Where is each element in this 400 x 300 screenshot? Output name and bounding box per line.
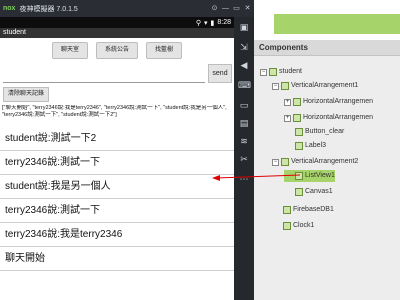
tree-item-clock1[interactable]: Clock1 — [272, 220, 314, 232]
announcement-button[interactable]: 系統公告 — [95, 42, 138, 59]
screenshot-icon[interactable]: ▣ — [238, 21, 250, 33]
find-button[interactable]: 找藍樹 — [146, 42, 183, 59]
emulator-sidebar: ▣ ⇲ ◀ ⌨ ▭ ▤ ≋ ✂ ⋯ — [234, 17, 254, 300]
collapse-icon[interactable]: − — [272, 158, 279, 166]
apk-icon[interactable]: ▤ — [238, 117, 250, 129]
tree-item-firebasedb1[interactable]: FirebaseDB1 — [272, 204, 334, 216]
tree-item-label: VerticalArrangement1 — [291, 82, 359, 89]
location-icon: ⚲ — [195, 19, 201, 27]
volume-icon[interactable]: ◀ — [238, 59, 250, 71]
listview-icon — [295, 172, 303, 180]
clear-chat-button[interactable]: 清除聊天記錄 — [3, 87, 50, 102]
listview[interactable]: student說:測試一下2 terry2346說:測試一下 student說:… — [0, 127, 234, 271]
clock-icon — [283, 222, 291, 230]
close-icon[interactable]: ✕ — [243, 4, 252, 13]
message-input[interactable] — [3, 65, 205, 83]
scale-icon[interactable]: ⇲ — [238, 41, 250, 53]
list-item[interactable]: student說:測試一下2 — [0, 127, 234, 151]
more-icon[interactable]: ⋯ — [238, 173, 250, 185]
viewer-background — [254, 0, 400, 40]
status-time: 8:28 — [217, 19, 231, 26]
screen-icon — [269, 68, 277, 76]
nox-logo: nox — [3, 5, 16, 12]
list-item[interactable]: terry2346說:測試一下 — [0, 199, 234, 223]
screen-title: student — [0, 28, 234, 38]
tree-item-horizontalarrangemen[interactable]: + HorizontalArrangemen — [284, 112, 373, 124]
app-screen: 聊天室 系統公告 找藍樹 send 清除聊天記錄 ["聊天開始", "terry… — [0, 38, 234, 300]
label-icon — [295, 142, 303, 150]
horizontal-arrangement-icon — [293, 98, 301, 106]
emulator-titlebar: nox 夜神模擬器 7.0.1.5 ⊙ — ▭ ✕ — [0, 0, 254, 17]
tab-button-row: 聊天室 系統公告 找藍樹 — [0, 38, 234, 62]
keyboard-icon[interactable]: ⌨ — [238, 79, 251, 91]
expand-icon[interactable]: + — [284, 114, 291, 122]
components-header: Components — [254, 40, 400, 56]
display-icon[interactable]: ▭ — [238, 99, 250, 111]
emulator-window: nox 夜神模擬器 7.0.1.5 ⊙ — ▭ ✕ ⚲ ▾ ▮ 8:28 stu… — [0, 0, 254, 300]
send-button[interactable]: send — [208, 64, 232, 83]
wifi-icon: ▾ — [204, 19, 208, 27]
canvas-icon — [295, 188, 303, 196]
list-item[interactable]: 聊天開始 — [0, 247, 234, 271]
tree-item-verticalarrangement2[interactable]: − VerticalArrangement2 — [272, 156, 358, 168]
tree-item-label: Button_clear — [305, 128, 345, 135]
battery-icon: ▮ — [210, 19, 215, 27]
maximize-icon[interactable]: ▭ — [232, 4, 241, 13]
expand-icon[interactable]: + — [284, 98, 291, 106]
tree-item-label: ListView1 — [305, 172, 335, 179]
tree-item-label3[interactable]: Label3 — [284, 140, 326, 152]
tree-item-label: Canvas1 — [305, 188, 333, 195]
shake-icon[interactable]: ≋ — [238, 135, 250, 147]
tree-item-label: HorizontalArrangemen — [303, 98, 374, 105]
tree-item-label: Clock1 — [293, 222, 315, 229]
viewer-header-band — [274, 14, 400, 34]
list-item[interactable]: student說:我是另一個人 — [0, 175, 234, 199]
tree-item-label: student — [279, 68, 302, 75]
chatroom-button[interactable]: 聊天室 — [51, 42, 88, 59]
android-status-bar: ⚲ ▾ ▮ 8:28 — [0, 17, 234, 28]
list-item[interactable]: terry2346說:測試一下 — [0, 151, 234, 175]
vertical-arrangement-icon — [281, 158, 289, 166]
emulator-title: 夜神模擬器 7.0.1.5 — [19, 5, 78, 13]
tree-item-label: HorizontalArrangemen — [303, 114, 374, 121]
tree-item-horizontalarrangemen[interactable]: + HorizontalArrangemen — [284, 96, 373, 108]
tree-item-student[interactable]: − student — [260, 66, 302, 78]
button-icon — [295, 128, 303, 136]
vertical-arrangement-icon — [281, 82, 289, 90]
collapse-icon[interactable]: − — [260, 68, 267, 76]
tree-item-label: FirebaseDB1 — [293, 206, 334, 213]
tree-item-listview1[interactable]: ListView1 — [284, 170, 335, 182]
label3-text: ["聊天開始", "terry2346說:我是terry2346", "terr… — [2, 105, 227, 118]
cut-icon[interactable]: ✂ — [238, 153, 250, 165]
components-panel: Components − student − VerticalArrangement1… — [254, 0, 400, 300]
tree-item-label: VerticalArrangement2 — [291, 158, 359, 165]
tree-item-button_clear[interactable]: Button_clear — [284, 126, 344, 138]
collapse-icon[interactable]: − — [272, 82, 279, 90]
list-item[interactable]: terry2346說:我是terry2346 — [0, 223, 234, 247]
minimize-icon[interactable]: — — [221, 4, 230, 13]
tree-item-label: Label3 — [305, 142, 327, 149]
firebase-icon — [283, 206, 291, 214]
horizontal-arrangement-icon — [293, 114, 301, 122]
tree-item-verticalarrangement1[interactable]: − VerticalArrangement1 — [272, 80, 358, 92]
pin-icon[interactable]: ⊙ — [210, 4, 219, 13]
tree-item-canvas1[interactable]: Canvas1 — [284, 186, 333, 198]
